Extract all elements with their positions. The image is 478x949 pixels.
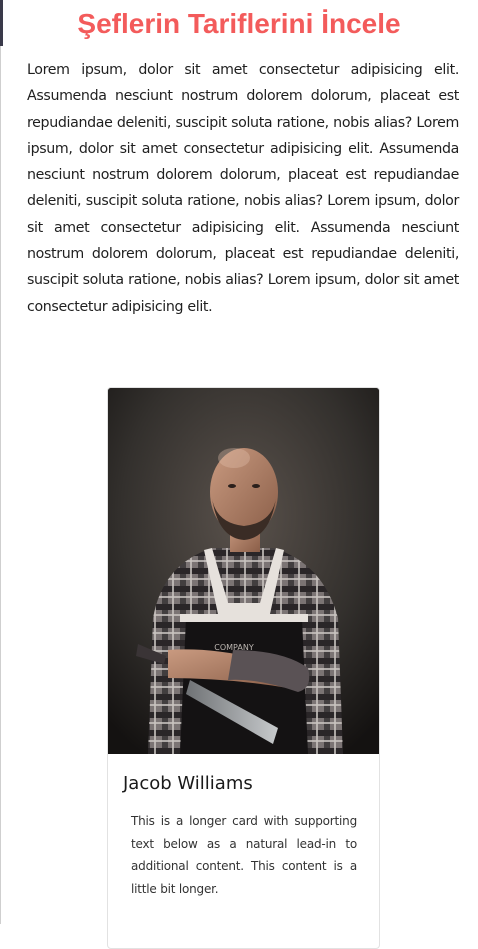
chef-name: Jacob Williams	[123, 773, 253, 794]
page-left-border	[0, 0, 1, 924]
card-body: Jacob Williams This is a longer card wit…	[108, 754, 379, 900]
chef-card[interactable]: COMPANY Jacob Williams This is a longer …	[107, 387, 380, 949]
chef-description: This is a longer card with supporting te…	[131, 814, 357, 896]
intro-paragraph: Lorem ipsum, dolor sit amet consectetur …	[27, 62, 459, 315]
chef-photo: COMPANY	[108, 388, 379, 754]
page-title: Şeflerin Tariflerini İncele	[77, 8, 401, 39]
